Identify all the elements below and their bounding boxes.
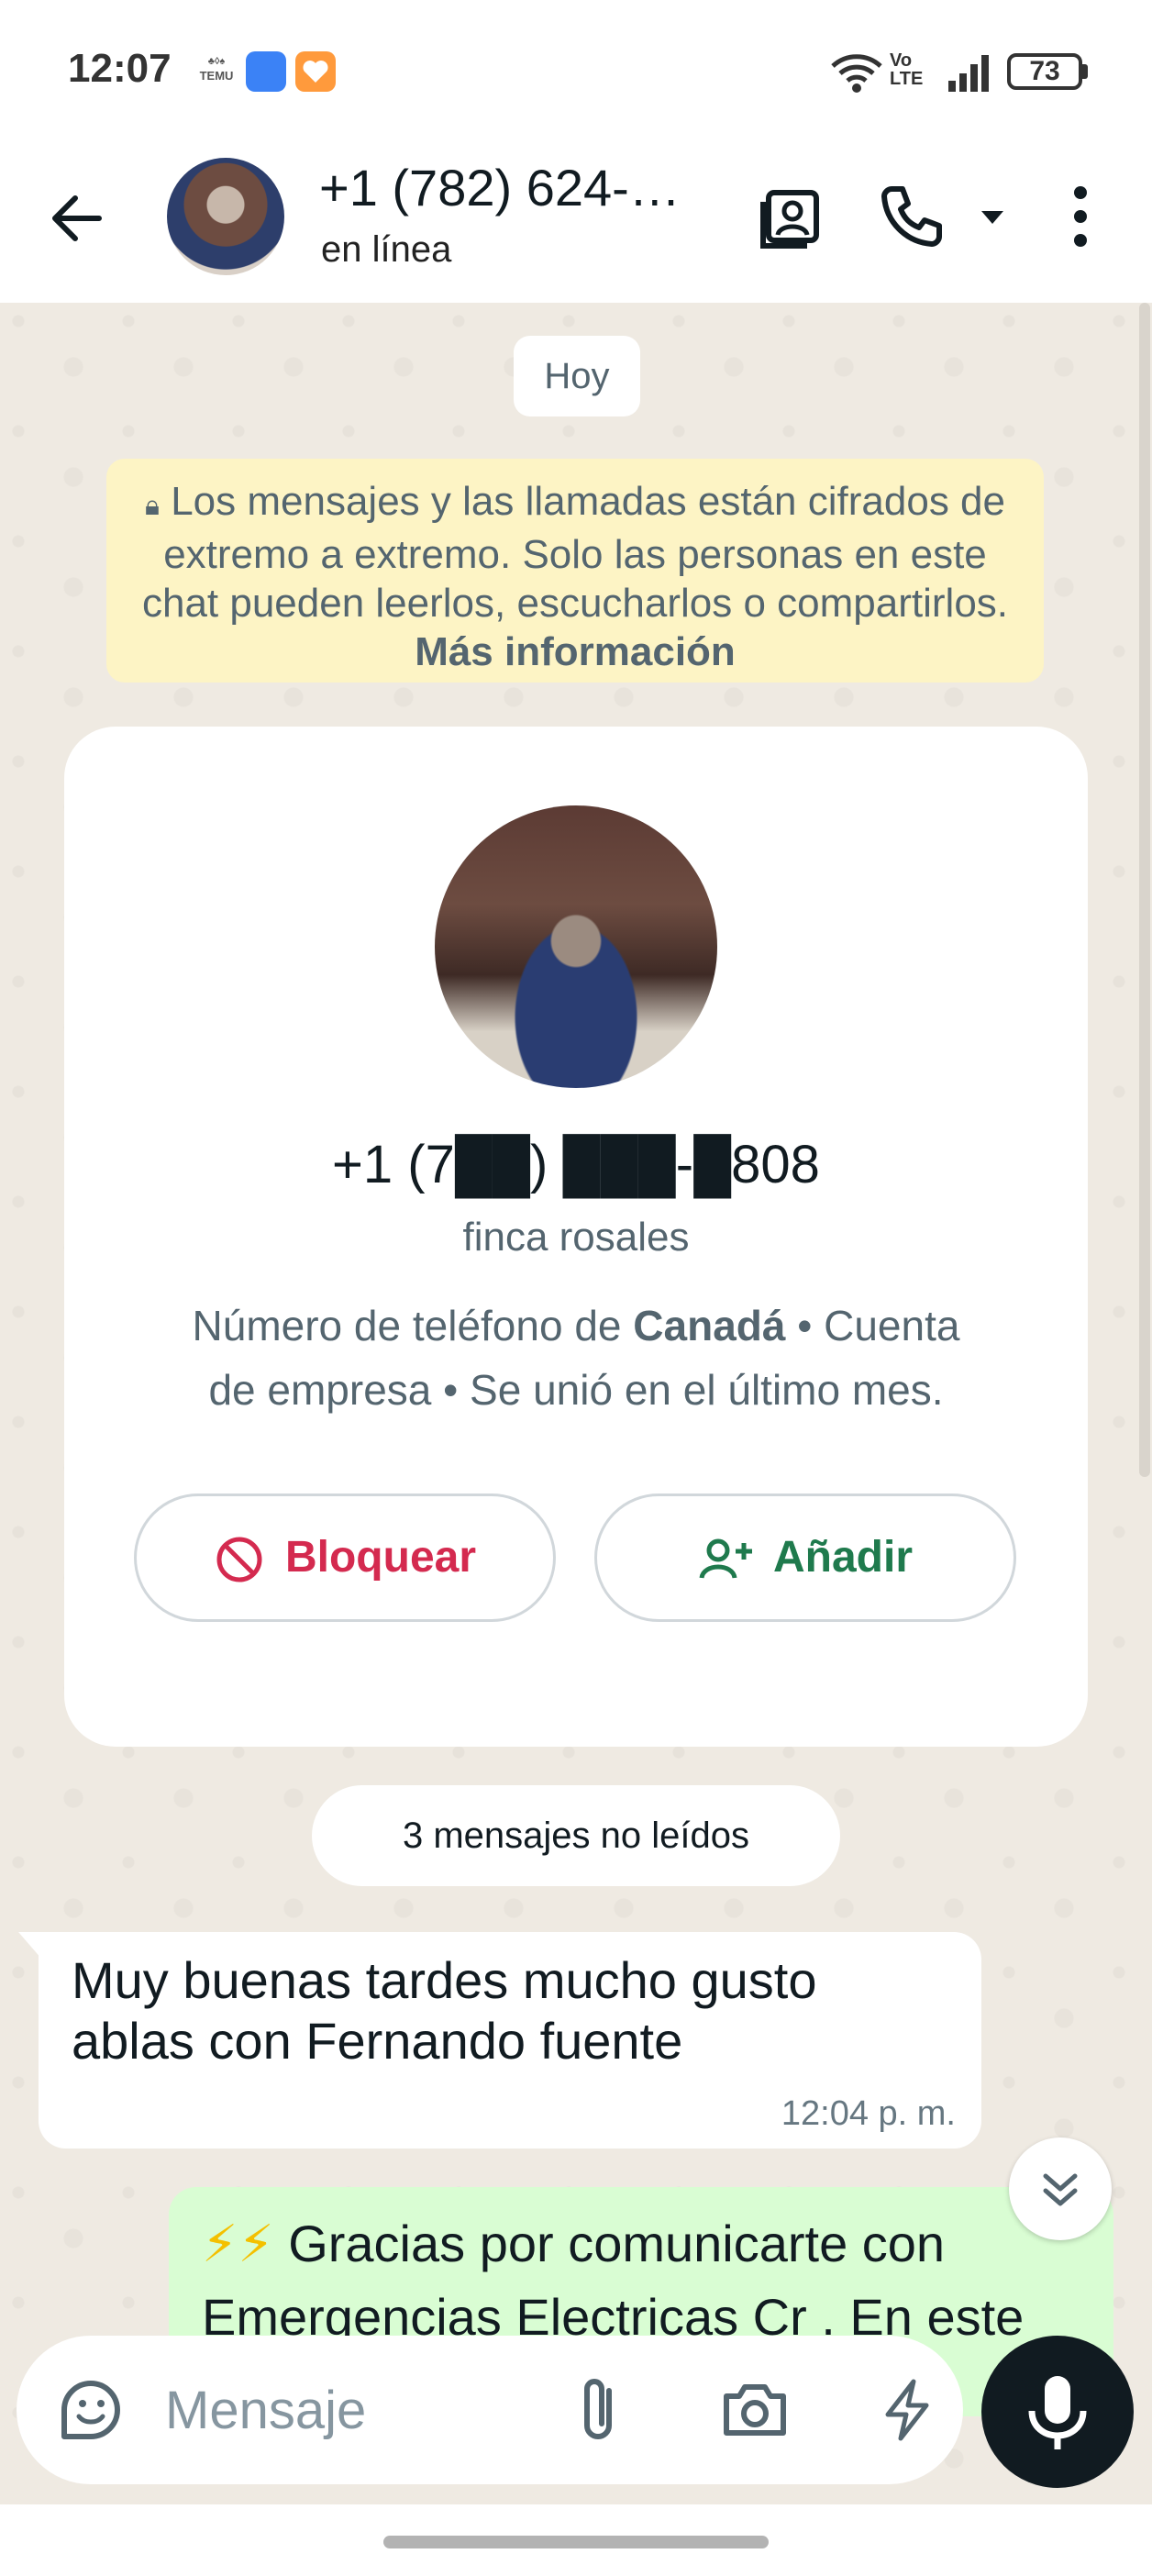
back-arrow-icon[interactable]: [44, 183, 114, 253]
navigation-bar: [0, 2504, 1152, 2576]
contact-phone-number: +1 (7██) ███-█808: [332, 1135, 820, 1194]
desc-country: Canadá: [633, 1302, 786, 1349]
contact-business-name: finca rosales: [462, 1215, 690, 1260]
block-icon: [216, 1537, 262, 1582]
more-options-icon[interactable]: [1057, 180, 1104, 253]
chat-area[interactable]: Hoy 🔒︎ Los mensajes y las llamadas están…: [0, 303, 1152, 2504]
encryption-text: Los mensajes y las llamadas están cifrad…: [141, 479, 1009, 626]
battery-tip: [1082, 64, 1088, 79]
incoming-message[interactable]: Muy buenas tardes mucho gusto ablas con …: [18, 1932, 981, 2149]
battery-indicator: 73: [1007, 53, 1082, 90]
contact-profile-photo[interactable]: [435, 805, 717, 1088]
contact-avatar[interactable]: [167, 158, 284, 275]
temu-notification-icon: ♣◊♠ TEMU: [194, 55, 238, 88]
date-chip: Hoy: [514, 336, 640, 416]
chat-header: +1 (782) 624-… en línea: [0, 138, 1152, 303]
message-composer[interactable]: Mensaje: [17, 2336, 963, 2484]
signal-icon: [948, 55, 989, 92]
contact-card-icon[interactable]: [756, 180, 829, 253]
unread-messages-chip: 3 mensajes no leídos: [312, 1785, 840, 1886]
wifi-icon: [831, 54, 882, 93]
message-text: Muy buenas tardes mucho gusto ablas con …: [72, 1951, 817, 2070]
temu-label: TEMU: [199, 69, 234, 83]
camera-icon[interactable]: [717, 2372, 792, 2448]
microphone-icon: [1028, 2376, 1087, 2449]
message-time: 12:04 p. m.: [781, 2094, 956, 2133]
scrollbar[interactable]: [1139, 303, 1150, 1477]
bubble-tail: [18, 1932, 42, 1960]
message-text: Gracias por comunicarte con Emergencias …: [202, 2215, 1025, 2346]
contact-title[interactable]: +1 (782) 624-…: [319, 158, 714, 217]
voice-message-button[interactable]: [981, 2336, 1134, 2488]
contact-info-card: +1 (7██) ███-█808 finca rosales Número d…: [64, 727, 1088, 1747]
volte-indicator: Vo LTE: [890, 50, 924, 89]
add-label: Añadir: [772, 1533, 913, 1582]
message-input[interactable]: Mensaje: [165, 2380, 366, 2441]
status-time: 12:07: [68, 46, 172, 91]
encryption-notice[interactable]: 🔒︎ Los mensajes y las llamadas están cif…: [106, 459, 1044, 683]
block-label: Bloquear: [284, 1533, 477, 1582]
status-bar: 12:07 ♣◊♠ TEMU Vo LTE 73: [0, 0, 1152, 138]
phone-call-icon[interactable]: [875, 180, 948, 253]
contact-description: Número de teléfono de Canadá • Cuenta de…: [174, 1294, 978, 1422]
app-notification-icon: [246, 51, 286, 92]
heart-app-notification-icon: [295, 51, 336, 92]
home-indicator[interactable]: [383, 2536, 769, 2548]
add-contact-button[interactable]: Añadir: [594, 1493, 1016, 1622]
add-person-icon: [699, 1538, 752, 1580]
contact-status: en línea: [321, 229, 452, 270]
lightning-quick-reply-icon[interactable]: [870, 2372, 945, 2448]
more-info-link[interactable]: Más información: [415, 629, 736, 674]
double-chevron-down-icon: [1043, 2173, 1078, 2206]
call-dropdown-icon[interactable]: [974, 180, 1011, 253]
outgoing-message-body: ⚡⚡ Gracias por comunicarte con Emergenci…: [202, 2207, 1080, 2354]
lightning-emoji-icon: ⚡⚡: [202, 2215, 274, 2272]
sticker-emoji-icon[interactable]: [53, 2372, 128, 2448]
desc-prefix: Número de teléfono de: [192, 1302, 634, 1349]
block-button[interactable]: Bloquear: [134, 1493, 556, 1622]
attach-icon[interactable]: [563, 2372, 638, 2448]
scroll-to-bottom-button[interactable]: [1009, 2137, 1112, 2240]
lock-icon: 🔒︎: [144, 491, 160, 521]
